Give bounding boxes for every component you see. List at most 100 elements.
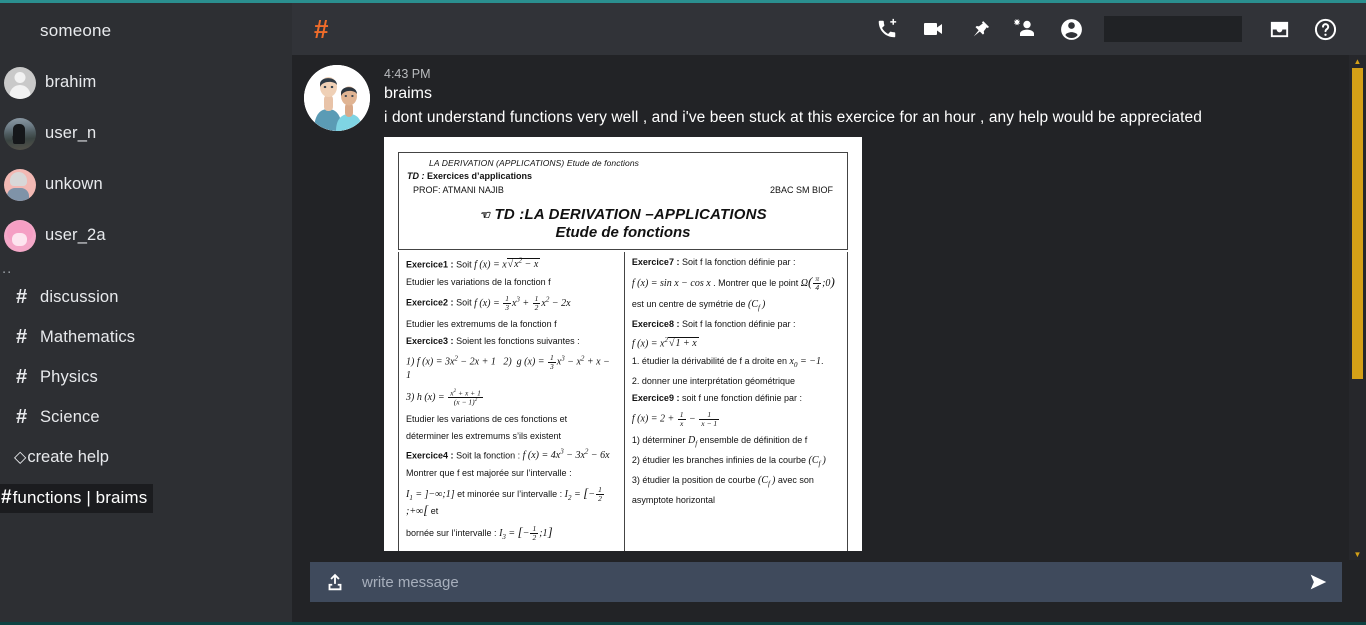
ex7-instruction: est un centre de symétrie de [631,299,746,310]
ex3-functions-1-2: 1) f (x) = 3x2 − 2x + 1 2) g (x) = 1 3 x3 … [406,353,610,381]
account-circle-icon[interactable] [1048,9,1094,49]
add-person-icon[interactable] [1002,9,1048,49]
ex1-instruction: Etudier les variations de la fonction f [406,277,551,288]
message-attachment-image[interactable]: LA DERIVATION (APPLICATIONS) Etude de fo… [384,137,862,551]
worksheet-class: 2BAC SM BIOF [769,185,833,195]
ex8-text: Soit f la fonction définie par : [681,319,796,330]
send-icon[interactable] [1306,571,1330,593]
hash-icon: # [16,365,28,388]
worksheet-td-label: TD : [407,171,425,181]
ex7-mid: . Montrer que le point [713,278,799,288]
sidebar-item-active-channel[interactable]: # functions | braims [0,484,154,513]
help-icon[interactable] [1302,9,1348,49]
ex9-text: soit f une fonction définie par : [681,393,803,404]
dm-label: user_2a [45,226,106,244]
message-body: 4:43 PM braims i dont understand functio… [384,65,1344,551]
ex2-text: Soit [456,298,472,308]
scrollbar-thumb[interactable] [1352,68,1363,379]
ex8-q2: 2. donner une interprétation géométrique [631,376,796,387]
direct-message-list: brahim user_n unkown user_2a [0,55,292,261]
sidebar-item-physics[interactable]: # Physics [0,357,292,397]
composer-box [310,562,1342,602]
pin-icon[interactable] [956,9,1002,49]
sidebar-title: someone [40,21,112,40]
hash-icon: # [16,325,28,348]
add-call-icon[interactable] [864,9,910,49]
ex4-and: et [430,505,439,516]
worksheet-header: LA DERIVATION (APPLICATIONS) Etude de fo… [398,152,848,250]
worksheet-right-column: Exercice7 : Soit f la fonction définie p… [625,252,847,551]
message-item: 4:43 PM braims i dont understand functio… [292,65,1366,551]
ex2-label: Exercice2 : [406,298,454,308]
dm-label: user_n [45,124,97,142]
hash-icon: # [16,285,28,308]
sidebar-item-user_2a[interactable]: user_2a [0,210,292,261]
worksheet-header-line2: TD : Exercices d’applications [407,171,839,181]
ex4-text: Soit la fonction : [456,449,521,460]
hash-icon: # [16,405,28,428]
channel-list: # discussion # Mathematics # Physics # S… [0,277,292,513]
worksheet-subtitle: Etude de fonctions [555,224,691,241]
worksheet-header-line1: LA DERIVATION (APPLICATIONS) Etude de fo… [429,158,640,168]
photo-avatar-dark [4,117,36,150]
pencil-icon: ◇ [14,449,27,466]
ex3-label: Exercice3 : [406,336,454,347]
avatar-illustration [304,65,370,131]
sidebar-divider-dots: .. [2,260,13,277]
sidebar-item-science[interactable]: # Science [0,397,292,437]
photo-avatar-pink [4,168,36,201]
sidebar-item-brahim[interactable]: brahim [0,57,292,108]
ex8-label: Exercice8 : [631,319,680,330]
topbar: # [292,3,1366,55]
message-composer [292,551,1366,622]
ex9-q1a: 1) déterminer [631,435,686,446]
message-timestamp: 4:43 PM [384,67,431,81]
ex4-end: bornée sur l’intervalle : [406,527,497,538]
ex9-function: f (x) = 2 + 1x − 1x − 1 [631,410,720,429]
hash-icon: # [1,487,12,508]
couple-photo-avatar [304,65,370,131]
scroll-up-arrow-icon[interactable]: ▲ [1349,55,1366,67]
sidebar: someone brahim user_n unkown user_2a .. [0,3,292,622]
video-call-icon[interactable] [910,9,956,49]
scrollbar-bottom-filler [1349,560,1366,622]
dm-label: unkown [45,175,103,193]
create-help-label: create help [27,447,109,466]
worksheet-title: ☜ TD :LA DERIVATION –APPLICATIONS [479,206,767,223]
ex3-text: Soient les fonctions suivantes : [456,336,580,347]
sidebar-item-user_n[interactable]: user_n [0,108,292,159]
channel-hash-icon: # [314,14,329,44]
ex4-mid: et minorée sur l’intervalle : [457,488,563,499]
ex9-label: Exercice9 : [631,393,680,404]
ex4-label: Exercice4 : [406,449,454,460]
ex7-label: Exercice7 : [631,257,680,267]
upload-icon[interactable] [324,570,346,594]
sidebar-item-discussion[interactable]: # discussion [0,277,292,317]
scroll-down-arrow-icon[interactable]: ▼ [1349,548,1366,560]
message-text: i dont understand functions very well , … [384,109,1202,126]
message-scrollbar[interactable]: ▲ ▼ [1349,55,1366,622]
worksheet-prof-row: PROF: ATMANI NAJIB 2BAC SM BIOF [407,185,839,195]
ex9-q3b: avec son [777,475,814,486]
ex7-text: Soit f la fonction définie par : [681,257,796,267]
chat-application-window: someone brahim user_n unkown user_2a .. [0,0,1366,625]
sidebar-item-unkown[interactable]: unkown [0,159,292,210]
ex3-instruction-b: déterminer les extremums s’ils existent [406,430,562,441]
main-panel: # 4:43 PM braims i dont understand funct… [292,3,1366,622]
search-input[interactable] [1104,16,1242,42]
worksheet-columns: Exercice1 : Soit f (x) = x√x2 − x Etudie… [398,252,848,551]
channel-label: discussion [40,287,119,306]
message-input[interactable] [346,573,1306,591]
channel-label: Science [40,407,100,426]
ex2-instruction: Etudier les extremums de la fonction f [406,319,557,330]
ex1-label: Exercice1 : [406,259,454,270]
ex9-q3: 3) étudier la position de courbe [631,475,756,486]
sidebar-item-mathematics[interactable]: # Mathematics [0,317,292,357]
ex9-q2: 2) étudier les branches infinies de la c… [631,455,807,466]
ex9-q3c: asymptote horizontal [631,495,715,506]
create-help-button[interactable]: ◇ create help [0,437,292,477]
ex3-function-3: 3) h (x) = x2 + x + 1 (x − 1)2 [406,387,483,407]
inbox-icon[interactable] [1256,9,1302,49]
active-channel-label: functions | braims [12,488,148,507]
worksheet-left-column: Exercice1 : Soit f (x) = x√x2 − x Etudie… [399,252,625,551]
